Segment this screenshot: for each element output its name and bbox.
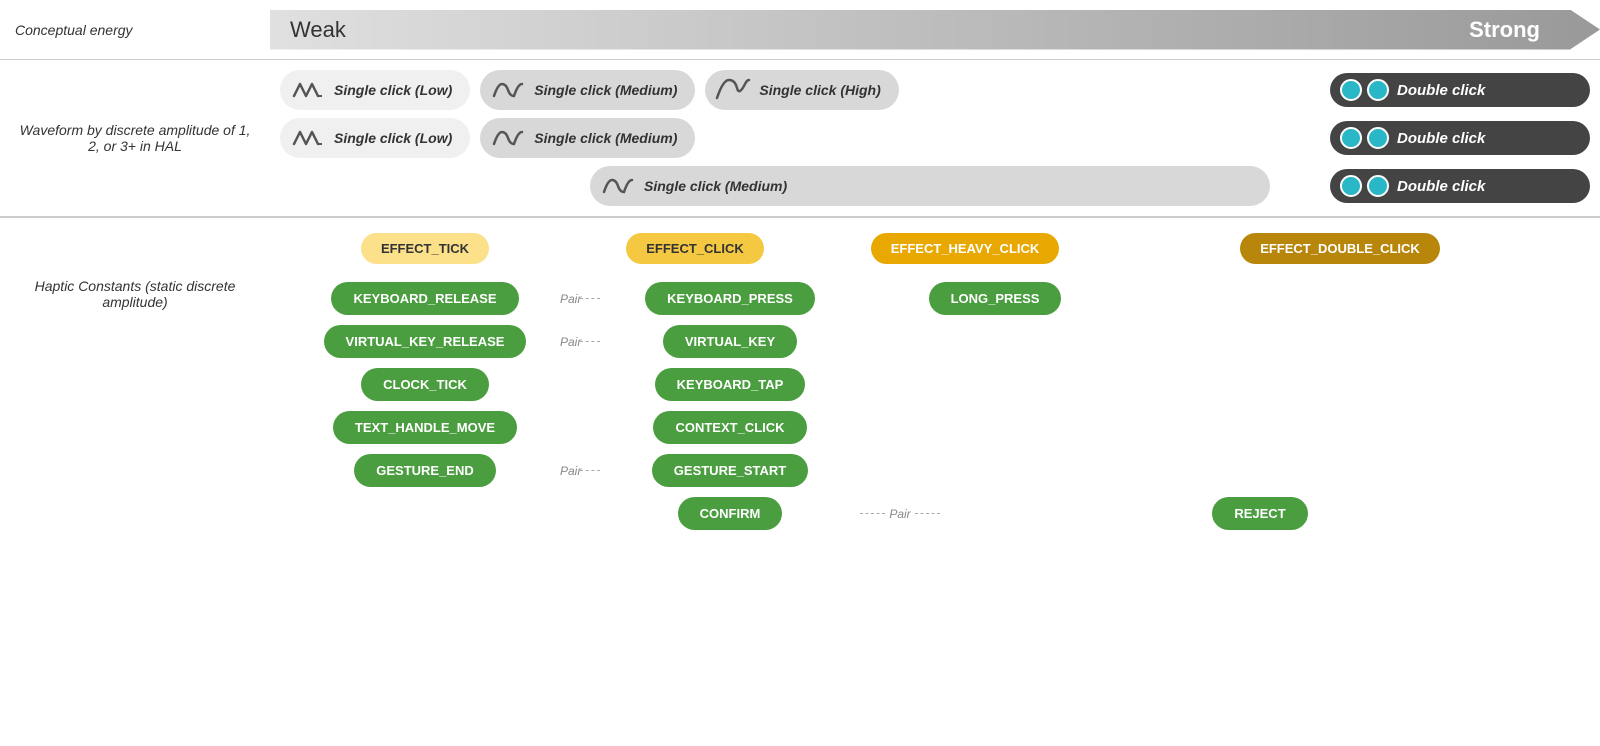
- pair-label-1: Pair: [560, 292, 580, 306]
- energy-label: Conceptual energy: [0, 12, 270, 48]
- gesture-end-pill[interactable]: GESTURE_END: [354, 454, 496, 487]
- double-dot-icon-3: [1340, 175, 1389, 197]
- gesture-row: GESTURE_END Pair GESTURE_START: [290, 454, 1580, 487]
- keyboard-release-pill[interactable]: KEYBOARD_RELEASE: [331, 282, 518, 315]
- virtual-key-pill[interactable]: VIRTUAL_KEY: [663, 325, 797, 358]
- energy-strong-label: Strong: [1469, 17, 1540, 43]
- effect-heavy-label: EFFECT_HEAVY_CLICK: [871, 233, 1060, 264]
- dot-4: [1367, 127, 1389, 149]
- reject-pill[interactable]: REJECT: [1212, 497, 1307, 530]
- virtual-key-release-pill[interactable]: VIRTUAL_KEY_RELEASE: [324, 325, 527, 358]
- wave-low-icon: [290, 76, 326, 104]
- energy-bar-col: Weak Strong: [270, 0, 1600, 59]
- wave-medium-icon-2: [490, 124, 526, 152]
- waveform-pill-medium-2[interactable]: Single click (Medium): [480, 118, 695, 158]
- waveform-pill-low-2[interactable]: Single click (Low): [280, 118, 470, 158]
- main-container: Conceptual energy Weak Strong Waveform b…: [0, 0, 1600, 545]
- energy-gradient: Weak Strong: [270, 10, 1600, 50]
- context-click-pill[interactable]: CONTEXT_CLICK: [653, 411, 806, 444]
- effect-click-label: EFFECT_CLICK: [626, 233, 764, 264]
- pair-label-2: Pair: [560, 335, 580, 349]
- wave-high-icon: [715, 76, 751, 104]
- waveform-label: Waveform by discrete amplitude of 1, 2, …: [0, 60, 270, 216]
- waveform-pill-double-2[interactable]: Double click: [1330, 121, 1590, 155]
- text-handle-move-pill[interactable]: TEXT_HANDLE_MOVE: [333, 411, 517, 444]
- virtual-key-row: VIRTUAL_KEY_RELEASE Pair VIRTUAL_KEY: [290, 325, 1580, 358]
- double-dot-icon-1: [1340, 79, 1389, 101]
- waveform-pill-low-1[interactable]: Single click (Low): [280, 70, 470, 110]
- constants-layout: KEYBOARD_RELEASE Pair KEYBOARD_PRESS LON…: [290, 282, 1580, 530]
- waveform-section: Waveform by discrete amplitude of 1, 2, …: [0, 60, 1600, 218]
- effect-double-col: EFFECT_DOUBLE_CLICK: [1100, 233, 1580, 264]
- pair-label-3: Pair: [560, 464, 580, 478]
- effect-labels-row: EFFECT_TICK EFFECT_CLICK EFFECT_HEAVY_CL…: [290, 233, 1580, 264]
- effect-double-label: EFFECT_DOUBLE_CLICK: [1240, 233, 1440, 264]
- keyboard-tap-pill[interactable]: KEYBOARD_TAP: [655, 368, 806, 401]
- effect-tick-label: EFFECT_TICK: [361, 233, 489, 264]
- haptic-section: Haptic Constants (static discrete amplit…: [0, 218, 1600, 545]
- energy-weak-label: Weak: [290, 17, 346, 43]
- gesture-start-pill[interactable]: GESTURE_START: [652, 454, 808, 487]
- waveform-pill-medium-1[interactable]: Single click (Medium): [480, 70, 695, 110]
- waveform-row-1: Single click (Low) Single click (Medium)…: [280, 70, 1590, 110]
- waveform-pill-medium-3[interactable]: Single click (Medium): [590, 166, 1270, 206]
- confirm-reject-row: CONFIRM Pair REJECT: [290, 497, 1580, 530]
- waveform-row-3: Single click (Medium) Double click: [280, 166, 1590, 206]
- effect-heavy-col: EFFECT_HEAVY_CLICK: [830, 233, 1100, 264]
- double-dot-icon-2: [1340, 127, 1389, 149]
- text-handle-row: TEXT_HANDLE_MOVE CONTEXT_CLICK: [290, 411, 1580, 444]
- keyboard-press-pill[interactable]: KEYBOARD_PRESS: [645, 282, 815, 315]
- waveform-content: Single click (Low) Single click (Medium)…: [270, 60, 1600, 216]
- dot-5: [1340, 175, 1362, 197]
- conceptual-energy-text: Conceptual energy: [15, 22, 133, 38]
- long-press-pill[interactable]: LONG_PRESS: [929, 282, 1062, 315]
- waveform-pill-high-1[interactable]: Single click (High): [705, 70, 898, 110]
- wave-low-icon-2: [290, 124, 326, 152]
- clock-tick-pill[interactable]: CLOCK_TICK: [361, 368, 489, 401]
- dot-6: [1367, 175, 1389, 197]
- confirm-pill[interactable]: CONFIRM: [678, 497, 783, 530]
- waveform-pill-double-3[interactable]: Double click: [1330, 169, 1590, 203]
- dot-1: [1340, 79, 1362, 101]
- haptic-label: Haptic Constants (static discrete amplit…: [0, 218, 270, 545]
- waveform-pill-double-1[interactable]: Double click: [1330, 73, 1590, 107]
- dot-3: [1340, 127, 1362, 149]
- dot-2: [1367, 79, 1389, 101]
- keyboard-row: KEYBOARD_RELEASE Pair KEYBOARD_PRESS LON…: [290, 282, 1580, 315]
- haptic-content: EFFECT_TICK EFFECT_CLICK EFFECT_HEAVY_CL…: [270, 218, 1600, 545]
- wave-medium-icon-3: [600, 172, 636, 200]
- pair-label-4: Pair: [860, 507, 940, 521]
- clock-tick-row: CLOCK_TICK KEYBOARD_TAP: [290, 368, 1580, 401]
- wave-medium-icon-1: [490, 76, 526, 104]
- energy-row: Conceptual energy Weak Strong: [0, 0, 1600, 60]
- effect-click-col: EFFECT_CLICK: [560, 233, 830, 264]
- effect-tick-col: EFFECT_TICK: [290, 233, 560, 264]
- waveform-row-2: Single click (Low) Single click (Medium)…: [280, 118, 1590, 158]
